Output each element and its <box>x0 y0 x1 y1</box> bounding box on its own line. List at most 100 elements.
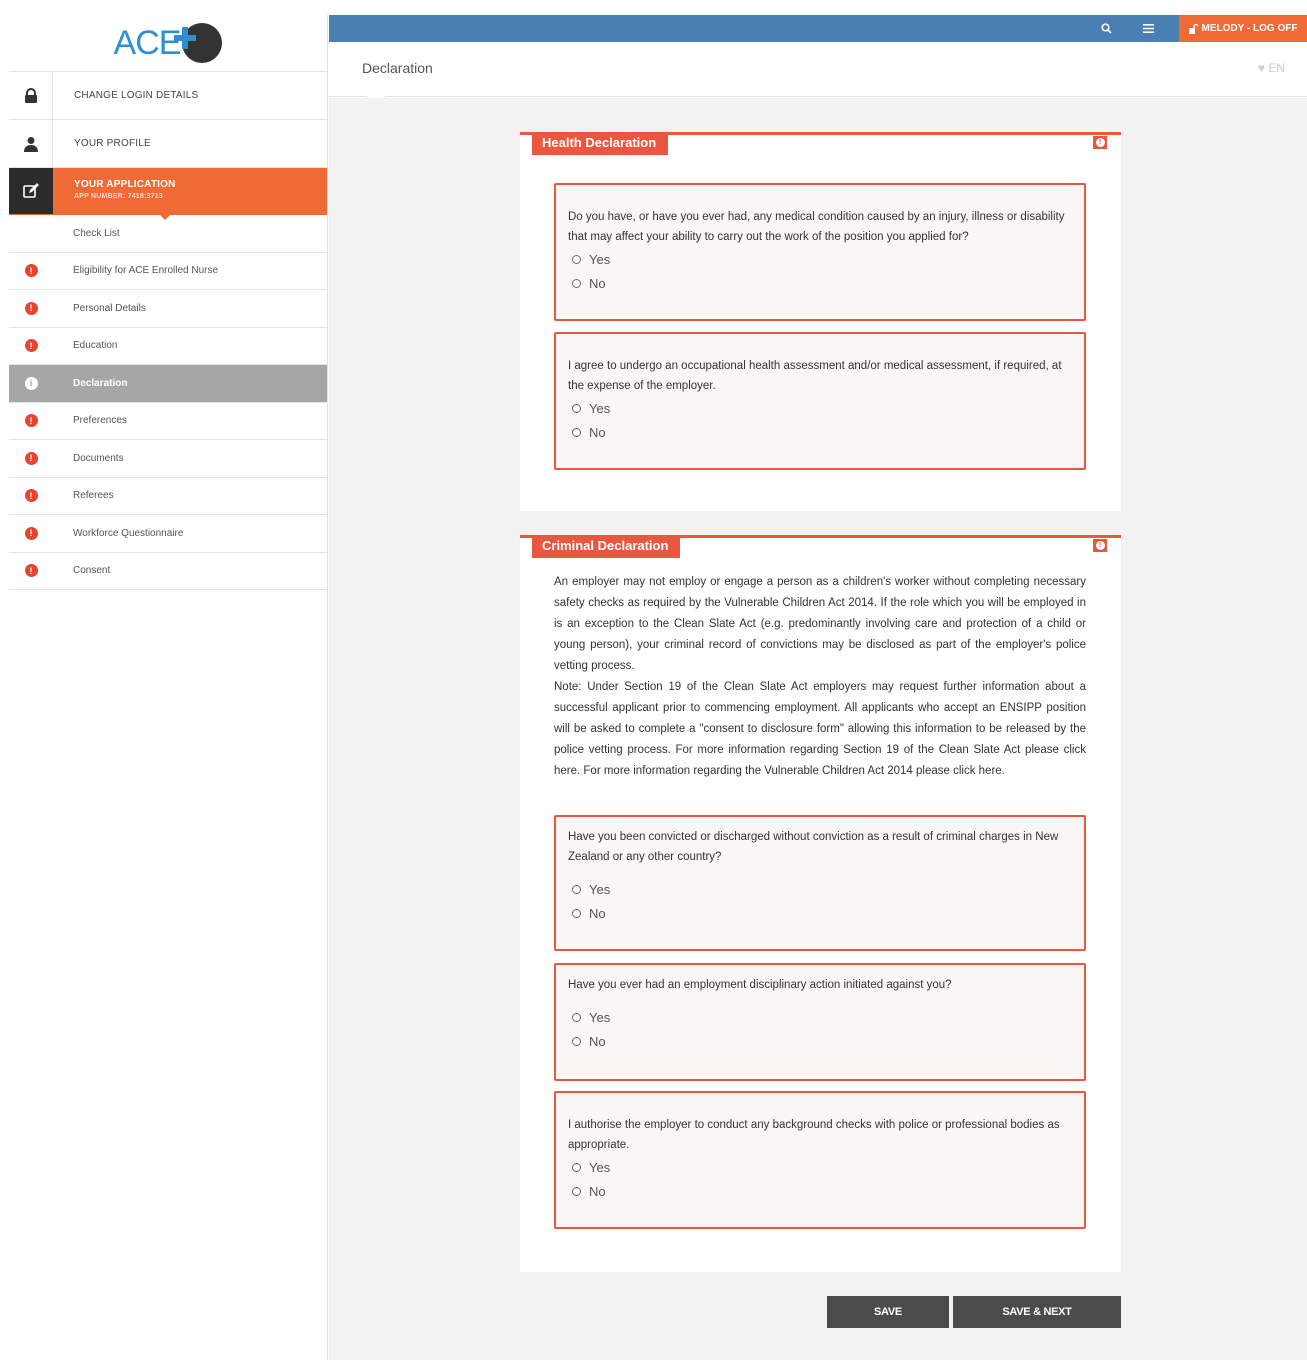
option-label: Yes <box>589 251 611 267</box>
option-label: Yes <box>589 1159 611 1175</box>
option-label: Yes <box>589 1009 611 1025</box>
option-label: No <box>589 1033 606 1049</box>
sidebar-item-documents[interactable]: ! Documents <box>9 440 327 478</box>
warning-icon: ! <box>24 339 38 353</box>
option-no[interactable]: No <box>568 1179 1072 1203</box>
nav-your-application[interactable]: YOUR APPLICATION APP NUMBER: 7418:3713 <box>9 168 327 220</box>
criminal-intro-text: An employer may not employ or engage a p… <box>554 572 1086 782</box>
sidebar-item-consent[interactable]: ! Consent <box>9 553 327 590</box>
question-text: I authorise the employer to conduct any … <box>568 1119 1060 1151</box>
option-no[interactable]: No <box>568 1029 1072 1053</box>
option-label: No <box>589 275 606 291</box>
option-label: No <box>589 424 606 440</box>
main-content: Health Declaration ! Do you have, or hav… <box>329 98 1307 1360</box>
warning-icon: ! <box>24 414 38 428</box>
option-yes[interactable]: Yes <box>568 396 1072 420</box>
question-text: Have you ever had an employment discipli… <box>568 979 952 991</box>
option-yes[interactable]: Yes <box>568 1005 1072 1029</box>
sidebar-item-label: Declaration <box>73 377 128 389</box>
option-label: No <box>589 905 606 921</box>
unlock-icon <box>1188 23 1198 34</box>
top-bar: MELODY - LOG OFF <box>329 15 1307 42</box>
warning-icon: ! <box>24 526 38 540</box>
radio-button[interactable] <box>572 254 581 264</box>
sidebar-item-label: Consent <box>73 565 111 577</box>
option-label: Yes <box>589 400 611 416</box>
radio-button[interactable] <box>572 1186 581 1196</box>
sidebar-item-education[interactable]: ! Education <box>9 328 327 365</box>
search-icon[interactable] <box>1093 15 1119 42</box>
option-label: Yes <box>589 881 611 897</box>
nav-label: YOUR APPLICATION APP NUMBER: 7418:3713 <box>53 179 176 203</box>
option-yes[interactable]: Yes <box>568 877 1072 901</box>
note-paragraph: Note: Under Section 19 of the Clean Slat… <box>554 681 1086 777</box>
sidebar-item-label: Check List <box>73 227 120 239</box>
heart-icon: ♥ <box>1257 61 1265 75</box>
criminal-question-1: Have you been convicted or discharged wi… <box>554 815 1086 951</box>
option-yes[interactable]: Yes <box>568 247 1072 271</box>
logoff-button[interactable]: MELODY - LOG OFF <box>1179 15 1307 42</box>
panel-title: Health Declaration <box>532 134 669 155</box>
menu-icon[interactable] <box>1135 15 1161 42</box>
sidebar-item-label: Education <box>73 340 118 352</box>
language-selector[interactable]: ♥ EN <box>1258 61 1285 75</box>
radio-button[interactable] <box>572 1036 581 1046</box>
sidebar-item-workforce-questionnaire[interactable]: ! Workforce Questionnaire <box>9 515 327 553</box>
warning-icon: ! <box>24 489 38 503</box>
question-text: Do you have, or have you ever had, any m… <box>568 211 1065 243</box>
sidebar-item-eligibility[interactable]: ! Eligibility for ACE Enrolled Nurse <box>9 253 327 290</box>
panel-title: Criminal Declaration <box>532 537 681 558</box>
logoff-label: MELODY - LOG OFF <box>1201 23 1298 34</box>
radio-button[interactable] <box>572 278 581 288</box>
edit-icon <box>9 168 53 214</box>
save-button[interactable]: SAVE <box>827 1296 949 1328</box>
option-yes[interactable]: Yes <box>568 1155 1072 1179</box>
health-question-2: I agree to undergo an occupational healt… <box>554 332 1086 470</box>
sidebar: ACE CHANGE LOGIN DETAILS YOUR PROFILE YO… <box>9 15 328 1360</box>
intro-paragraph: An employer may not employ or engage a p… <box>554 576 1086 672</box>
sidebar-item-label: Documents <box>73 452 124 464</box>
criminal-declaration-panel: Criminal Declaration ! An employer may n… <box>520 535 1121 1272</box>
option-no[interactable]: No <box>568 901 1072 925</box>
sidebar-item-declaration[interactable]: i Declaration <box>9 365 327 403</box>
info-icon[interactable]: ! <box>1093 539 1107 552</box>
ace-logo[interactable]: ACE <box>9 15 327 72</box>
radio-button[interactable] <box>572 427 581 437</box>
sidebar-item-preferences[interactable]: ! Preferences <box>9 403 327 440</box>
sidebar-item-label: Referees <box>73 490 114 502</box>
option-label: No <box>589 1183 606 1199</box>
language-label: EN <box>1268 61 1285 75</box>
question-text: Have you been convicted or discharged wi… <box>568 831 1059 863</box>
warning-icon: ! <box>24 451 38 465</box>
option-no[interactable]: No <box>568 271 1072 295</box>
radio-button[interactable] <box>572 884 581 894</box>
sidebar-item-personal-details[interactable]: ! Personal Details <box>9 290 327 328</box>
warning-icon: ! <box>24 264 38 278</box>
question-text: I agree to undergo an occupational healt… <box>568 360 1062 392</box>
warning-icon: ! <box>24 301 38 315</box>
save-label: SAVE <box>874 1306 902 1318</box>
option-no[interactable]: No <box>568 420 1072 444</box>
health-declaration-panel: Health Declaration ! Do you have, or hav… <box>520 132 1121 511</box>
lock-icon <box>9 72 53 119</box>
info-icon[interactable]: ! <box>1093 136 1107 149</box>
nav-change-login-details[interactable]: CHANGE LOGIN DETAILS <box>9 72 327 120</box>
radio-button[interactable] <box>572 908 581 918</box>
radio-button[interactable] <box>572 1012 581 1022</box>
user-icon <box>9 120 53 167</box>
nav-label-title: YOUR APPLICATION <box>74 179 176 190</box>
radio-button[interactable] <box>572 403 581 413</box>
logo-mark-icon <box>174 23 223 63</box>
sidebar-item-referees[interactable]: ! Referees <box>9 478 327 515</box>
nav-your-profile[interactable]: YOUR PROFILE <box>9 120 327 168</box>
app-number: APP NUMBER: 7418:3713 <box>74 193 163 200</box>
save-and-next-button[interactable]: SAVE & NEXT <box>953 1296 1121 1328</box>
logo-text: ACE <box>113 23 182 62</box>
title-bar: Declaration ♥ EN <box>329 42 1307 107</box>
radio-button[interactable] <box>572 1162 581 1172</box>
page-title: Declaration <box>362 60 433 76</box>
sidebar-item-label: Preferences <box>73 415 127 427</box>
nav-label: CHANGE LOGIN DETAILS <box>74 90 199 101</box>
sidebar-item-check-list[interactable]: Check List <box>9 215 327 253</box>
health-question-1: Do you have, or have you ever had, any m… <box>554 183 1086 321</box>
